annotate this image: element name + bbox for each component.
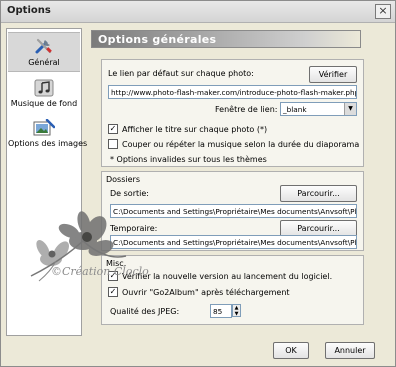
folders-section-title: Dossiers xyxy=(106,175,140,184)
section-header: Options générales xyxy=(91,30,361,48)
output-folder-label: De sortie: xyxy=(110,189,149,198)
temp-folder-input[interactable]: C:\Documents and Settings\Propriétaire\M… xyxy=(110,235,357,249)
sidebar-item-label: Musique de fond xyxy=(10,99,78,108)
verify-button[interactable]: Vérifier xyxy=(309,66,357,83)
default-link-input[interactable]: http://www.photo-flash-maker.com/introdu… xyxy=(108,85,357,99)
options-dialog: Options × Général Musique de fond Option… xyxy=(0,0,396,367)
open-album-label: Ouvrir "Go2Album" après téléchargement xyxy=(122,288,290,297)
tools-icon xyxy=(35,38,52,54)
output-folder-input[interactable]: C:\Documents and Settings\Propriétaire\M… xyxy=(110,204,357,218)
show-title-label: Afficher le titre sur chaque photo (*) xyxy=(122,125,268,134)
spin-down-icon[interactable]: ▼ xyxy=(233,311,240,317)
window-title: Options xyxy=(7,5,51,16)
close-icon: × xyxy=(378,4,388,17)
jpeg-quality-label: Qualité des JPEG: xyxy=(110,307,180,316)
general-panel: Le lien par défaut sur chaque photo: Vér… xyxy=(101,59,364,167)
link-window-label: Fenêtre de lien: xyxy=(215,105,278,114)
close-button[interactable]: × xyxy=(375,4,391,19)
link-window-select[interactable]: _blank ▼ xyxy=(280,102,357,116)
check-version-label: Vérifier la nouvelle version au lancemen… xyxy=(122,272,333,281)
show-title-checkbox[interactable]: ✓ xyxy=(108,124,118,134)
browse-output-button[interactable]: Parcourir... xyxy=(280,185,357,202)
sidebar-item-general[interactable]: Général xyxy=(8,32,80,72)
cut-music-checkbox[interactable] xyxy=(108,139,118,149)
jpeg-quality-stepper[interactable]: ▲ ▼ xyxy=(232,304,241,317)
title-bar[interactable]: Options × xyxy=(1,1,395,23)
sidebar-item-label: Options des images xyxy=(8,139,88,148)
ok-button[interactable]: OK xyxy=(273,342,309,359)
folders-panel: Dossiers De sortie: Parcourir... C:\Docu… xyxy=(101,171,364,251)
sidebar-item-label: Général xyxy=(28,58,60,67)
default-link-label: Le lien par défaut sur chaque photo: xyxy=(108,69,254,78)
chevron-down-icon: ▼ xyxy=(344,103,356,115)
watermark-text: ©Création Cloclo xyxy=(51,265,149,278)
invalid-options-note: * Options invalides sur tous les thèmes xyxy=(110,155,267,164)
image-icon xyxy=(33,119,55,136)
sidebar-item-images[interactable]: Options des images xyxy=(8,119,88,155)
music-note-icon xyxy=(34,79,54,97)
cancel-button[interactable]: Annuler xyxy=(325,342,375,359)
cut-music-label: Couper ou répéter la musique selon la du… xyxy=(122,140,360,149)
sidebar-item-music[interactable]: Musique de fond xyxy=(8,79,80,115)
page-title: Options générales xyxy=(98,33,217,46)
jpeg-quality-input[interactable]: 85 xyxy=(210,304,232,318)
link-window-value: _blank xyxy=(283,105,307,114)
